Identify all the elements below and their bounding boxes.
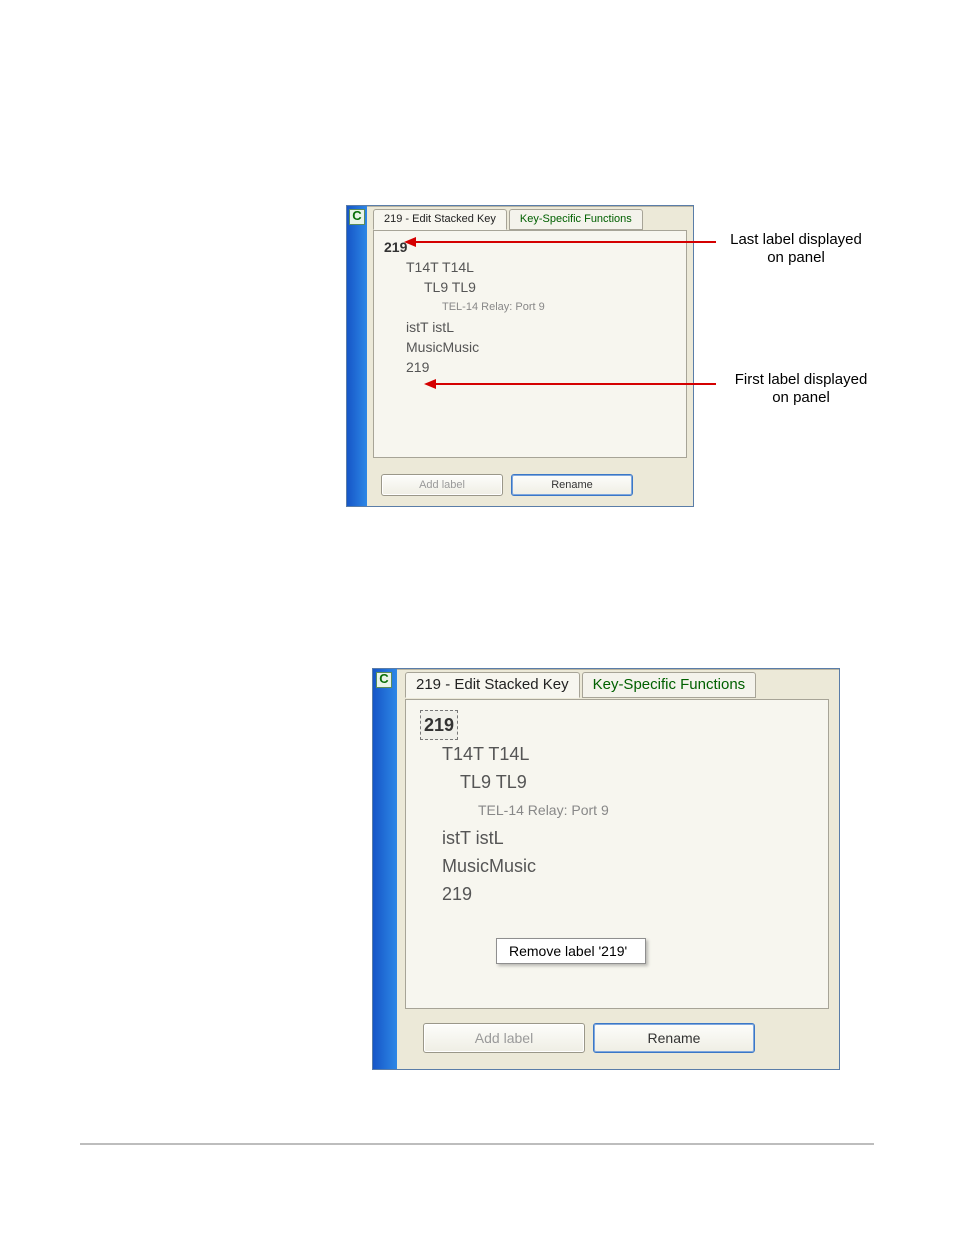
footer-rule xyxy=(80,1143,874,1145)
callout-first-label: First label displayedon panel xyxy=(716,371,886,407)
button-row: Add label Rename xyxy=(381,474,633,496)
rename-button[interactable]: Rename xyxy=(511,474,633,496)
callout-arrow-line xyxy=(416,241,716,243)
dialog-window: C 219 - Edit Stacked Key Key-Specific Fu… xyxy=(346,205,694,507)
app-icon: C xyxy=(376,672,392,688)
tree-item-selected: 219 xyxy=(420,710,458,740)
add-label-button: Add label xyxy=(423,1023,585,1053)
tree-item[interactable]: T14T T14L xyxy=(406,257,545,277)
callout-arrow-head xyxy=(404,237,416,247)
label-tree: 219 T14T T14L TL9 TL9 TEL-14 Relay: Port… xyxy=(384,237,545,377)
tree-item[interactable]: istT istL xyxy=(406,317,545,337)
callout-last-label: Last label displayedon panel xyxy=(716,231,876,267)
figure-1: C 219 - Edit Stacked Key Key-Specific Fu… xyxy=(346,205,694,507)
window-left-bar xyxy=(347,206,367,506)
tree-item[interactable]: T14T T14L xyxy=(442,740,609,768)
tree-item-detail: TEL-14 Relay: Port 9 xyxy=(478,796,609,824)
tree-item[interactable]: TL9 TL9 xyxy=(424,277,545,297)
tab-key-specific-functions[interactable]: Key-Specific Functions xyxy=(509,209,643,230)
tab-strip: 219 - Edit Stacked Key Key-Specific Func… xyxy=(373,209,645,230)
figure-2: C 219 - Edit Stacked Key Key-Specific Fu… xyxy=(372,668,840,1070)
dialog-window: C 219 - Edit Stacked Key Key-Specific Fu… xyxy=(372,668,840,1070)
label-tree: 219 T14T T14L TL9 TL9 TEL-14 Relay: Port… xyxy=(420,710,609,908)
tree-panel: 219 T14T T14L TL9 TL9 TEL-14 Relay: Port… xyxy=(373,230,687,458)
button-row: Add label Rename xyxy=(423,1023,755,1053)
tree-item[interactable]: MusicMusic xyxy=(442,852,609,880)
app-icon: C xyxy=(349,209,365,225)
tree-item-detail: TEL-14 Relay: Port 9 xyxy=(442,297,545,317)
tab-edit-stacked-key[interactable]: 219 - Edit Stacked Key xyxy=(405,672,580,698)
tree-panel: 219 T14T T14L TL9 TL9 TEL-14 Relay: Port… xyxy=(405,699,829,1009)
tree-item[interactable]: istT istL xyxy=(442,824,609,852)
tree-item[interactable]: MusicMusic xyxy=(406,337,545,357)
tree-item-top[interactable]: 219 xyxy=(420,710,609,740)
tab-edit-stacked-key[interactable]: 219 - Edit Stacked Key xyxy=(373,209,507,230)
add-label-button: Add label xyxy=(381,474,503,496)
tab-strip: 219 - Edit Stacked Key Key-Specific Func… xyxy=(405,672,758,698)
tree-item[interactable]: TL9 TL9 xyxy=(460,768,609,796)
context-menu-remove-label[interactable]: Remove label '219' xyxy=(496,938,646,964)
tree-item-bottom[interactable]: 219 xyxy=(442,880,609,908)
rename-button[interactable]: Rename xyxy=(593,1023,755,1053)
tab-key-specific-functions[interactable]: Key-Specific Functions xyxy=(582,672,757,698)
window-left-bar xyxy=(373,669,397,1069)
callout-arrow-line xyxy=(436,383,716,385)
tree-item-bottom[interactable]: 219 xyxy=(406,357,545,377)
callout-arrow-head xyxy=(424,379,436,389)
